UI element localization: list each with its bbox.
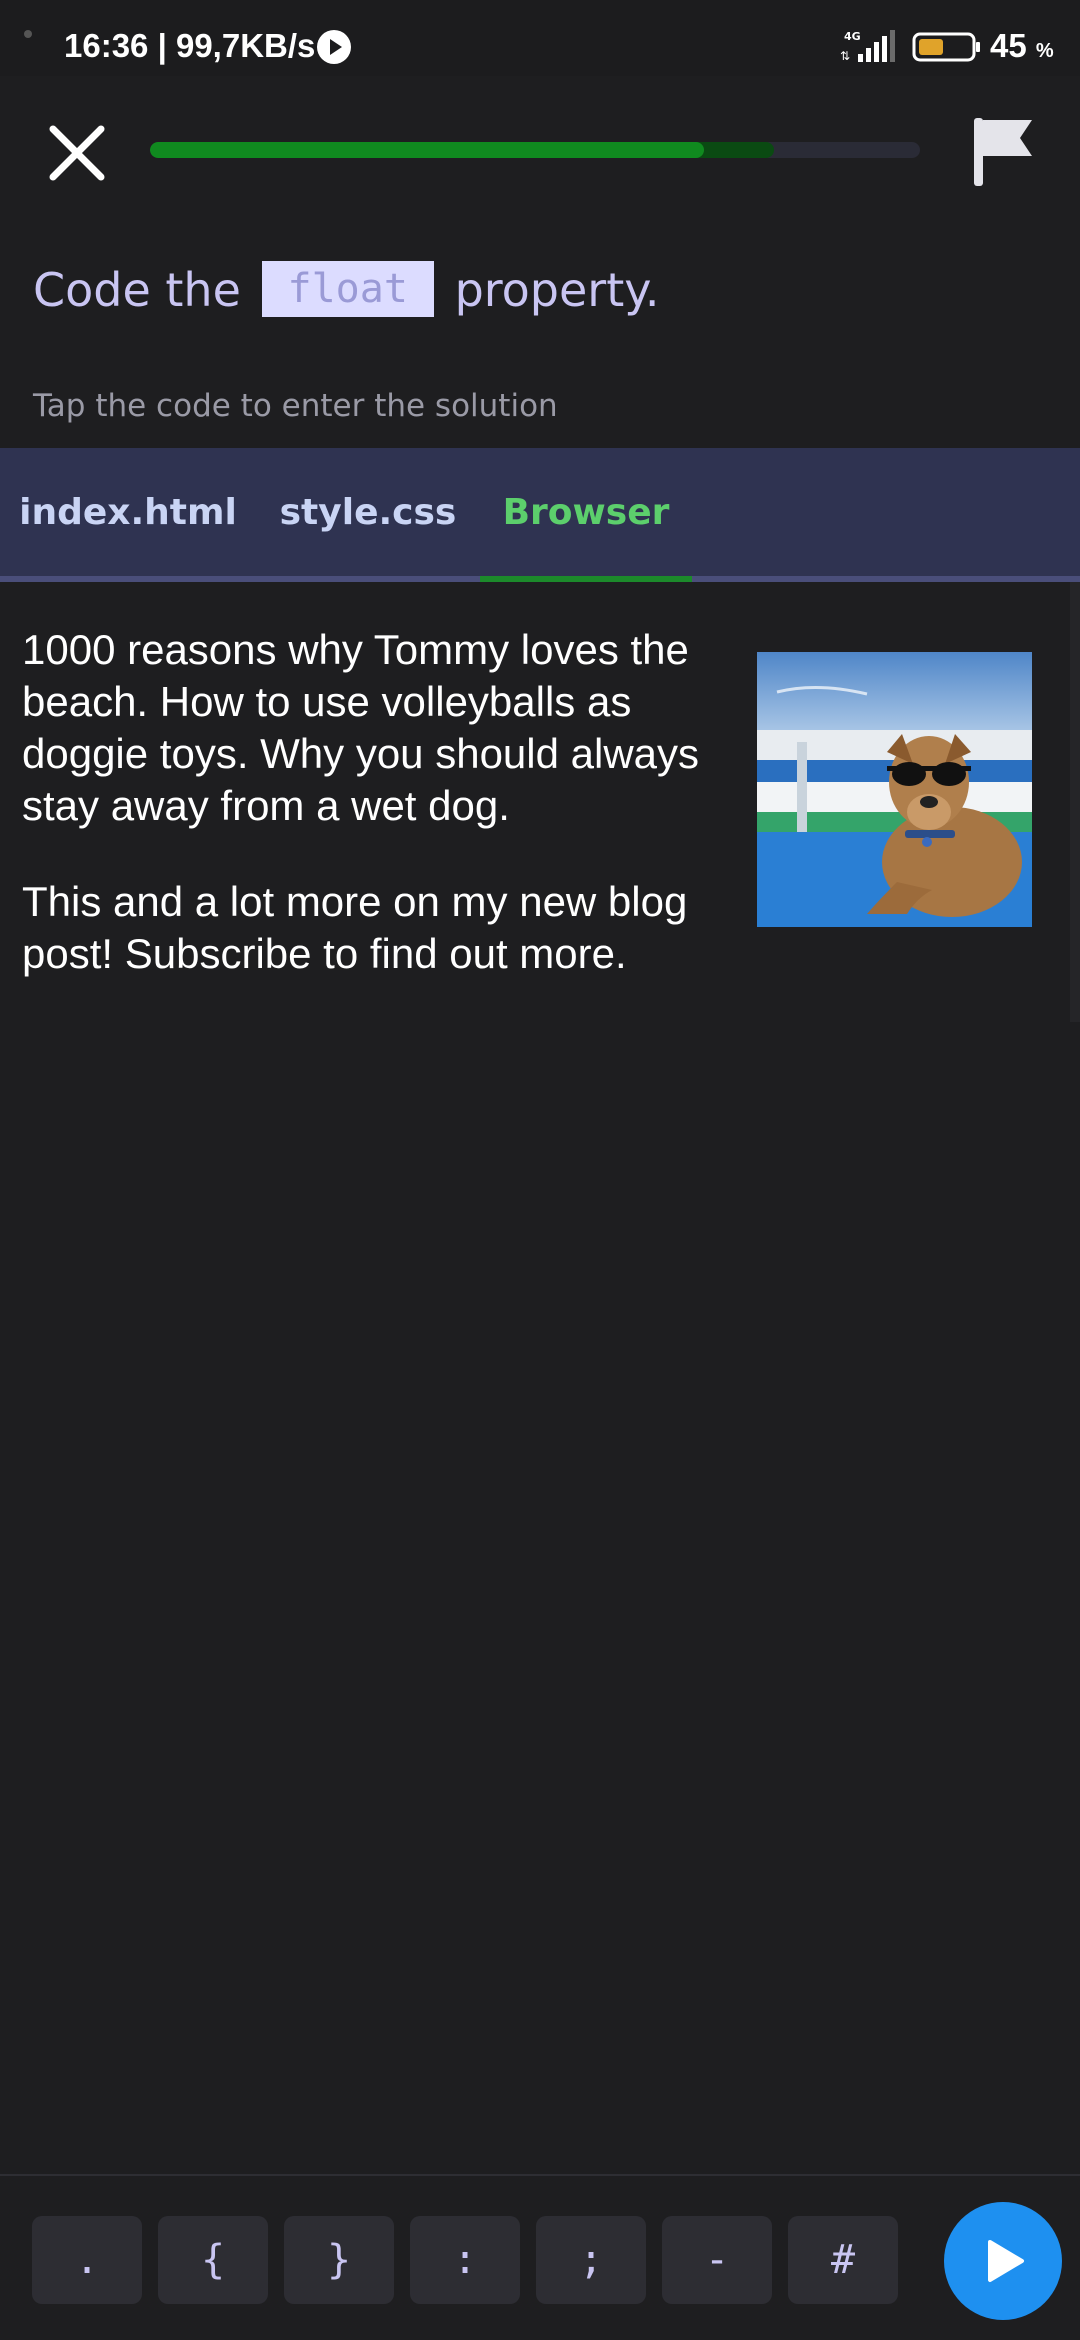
svg-text:⇅: ⇅ <box>840 49 850 63</box>
media-play-icon <box>317 30 351 64</box>
battery-percent: 45 % <box>990 27 1054 64</box>
battery-icon <box>912 32 980 62</box>
progress-fill <box>150 142 705 158</box>
flag-icon <box>974 118 1032 186</box>
code-chip: float <box>261 261 434 317</box>
close-icon <box>49 125 105 181</box>
key-hash[interactable]: # <box>788 2216 898 2304</box>
blog-paragraph: This and a lot more on my new blog post!… <box>22 878 688 977</box>
tab-browser[interactable]: Browser <box>480 448 692 582</box>
blog-paragraph: 1000 reasons why Tommy loves the beach. … <box>22 626 700 829</box>
code-keyboard-bar: . { } : ; - # <box>0 2174 1080 2340</box>
report-flag-button[interactable] <box>968 112 1040 192</box>
key-semicolon[interactable]: ; <box>536 2216 646 2304</box>
instruction-hint: Tap the code to enter the solution <box>33 388 558 424</box>
network-type-label: 4G <box>844 30 861 43</box>
key-hyphen[interactable]: - <box>662 2216 772 2304</box>
lesson-toolbar <box>0 76 1080 216</box>
browser-preview: 1000 reasons why Tommy loves the beach. … <box>0 582 1080 2174</box>
run-code-button[interactable] <box>944 2202 1062 2320</box>
blog-text: 1000 reasons why Tommy loves the beach. … <box>22 624 732 1024</box>
tab-style-css[interactable]: style.css <box>270 448 466 576</box>
scrollbar[interactable] <box>1070 582 1080 1022</box>
question-suffix: property. <box>454 263 660 317</box>
dog-photo <box>757 652 1032 927</box>
cellular-signal-icon: 4G ⇅ <box>840 30 895 63</box>
key-period[interactable]: . <box>32 2216 142 2304</box>
question-prefix: Code the <box>33 263 241 317</box>
notification-dot-icon <box>24 30 32 38</box>
key-close-brace[interactable]: } <box>284 2216 394 2304</box>
tab-index-html[interactable]: index.html <box>10 448 246 576</box>
question-text: Code the float property. <box>33 258 660 322</box>
key-colon[interactable]: : <box>410 2216 520 2304</box>
key-open-brace[interactable]: { <box>158 2216 268 2304</box>
status-time: 16:36 | 99,7KB/s <box>64 27 316 64</box>
file-tab-bar: index.html style.css Browser <box>0 448 1080 582</box>
play-icon <box>988 2240 1024 2282</box>
close-button[interactable] <box>40 116 114 190</box>
status-bar: 16:36 | 99,7KB/s 4G ⇅ 45 % <box>0 0 1080 76</box>
lesson-progress-bar <box>150 142 920 158</box>
